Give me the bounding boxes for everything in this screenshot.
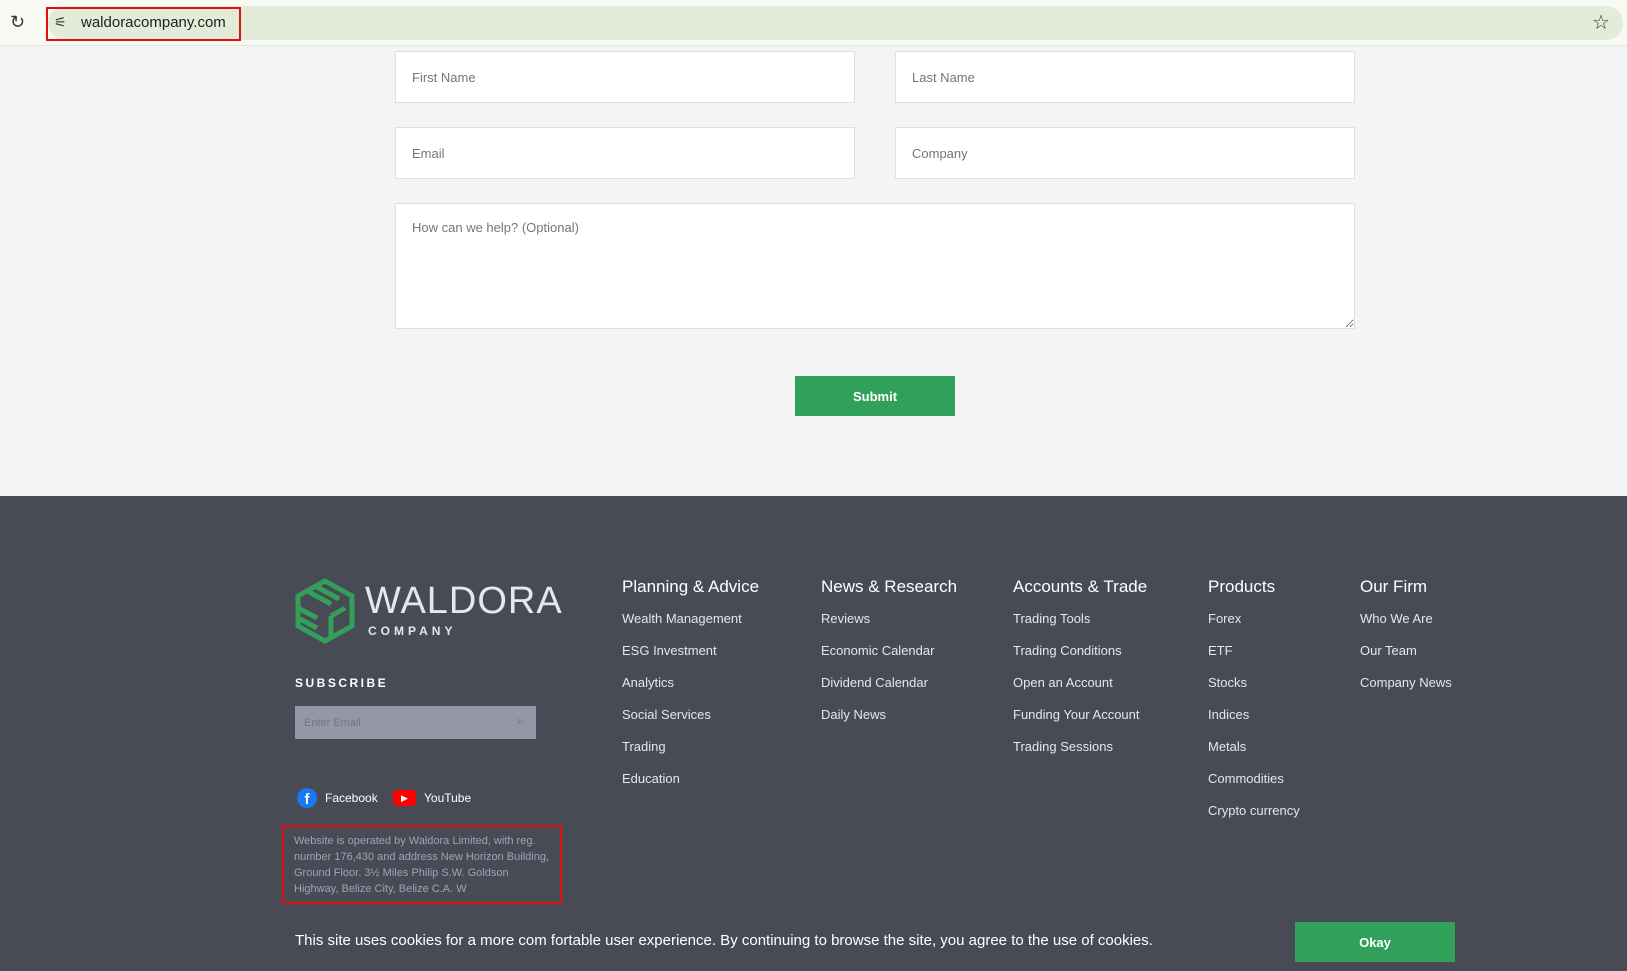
column-title: News & Research bbox=[821, 577, 958, 596]
footer-link[interactable]: Analytics bbox=[622, 675, 759, 707]
footer-link[interactable]: Open an Account bbox=[1013, 675, 1147, 707]
address-bar[interactable] bbox=[48, 6, 1623, 40]
footer-link[interactable]: Economic Calendar bbox=[821, 643, 957, 675]
footer-link[interactable]: ETF bbox=[1208, 643, 1300, 675]
email-input[interactable] bbox=[395, 127, 855, 179]
company-input[interactable] bbox=[895, 127, 1355, 179]
footer-link[interactable]: Education bbox=[622, 771, 759, 803]
footer-link[interactable]: Wealth Management bbox=[622, 611, 759, 643]
footer-link[interactable]: Daily News bbox=[821, 707, 957, 739]
footer-link[interactable]: Commodities bbox=[1208, 771, 1300, 803]
footer-column-products: Products Forex ETF Stocks Indices Metals Comm… bbox=[1208, 577, 1300, 835]
footer-link[interactable]: Crypto currency bbox=[1208, 803, 1300, 835]
footer-column-planning: Planning & Advice Wealth Management ESG I… bbox=[622, 577, 759, 803]
subscribe-email-input[interactable] bbox=[295, 706, 495, 739]
facebook-label: Facebook bbox=[325, 791, 378, 805]
footer-link[interactable]: Reviews bbox=[821, 611, 957, 643]
column-title: Planning & Advice bbox=[622, 577, 760, 596]
footer-link[interactable]: Social Services bbox=[622, 707, 759, 739]
subscribe-field[interactable]: ➢ bbox=[295, 706, 536, 739]
footer-link[interactable]: Trading Conditions bbox=[1013, 643, 1147, 675]
legal-notice: Website is operated by Waldora Limited, … bbox=[282, 825, 562, 904]
footer-link[interactable]: Trading Tools bbox=[1013, 611, 1147, 643]
footer-link[interactable]: Indices bbox=[1208, 707, 1300, 739]
footer-link[interactable]: Stocks bbox=[1208, 675, 1300, 707]
waldora-logo[interactable]: WALDORA COMPANY bbox=[295, 578, 562, 649]
first-name-input[interactable] bbox=[395, 51, 855, 103]
footer-link[interactable]: Metals bbox=[1208, 739, 1300, 771]
message-textarea[interactable] bbox=[395, 203, 1355, 329]
footer-column-news: News & Research Reviews Economic Calendar… bbox=[821, 577, 957, 739]
column-title: Products bbox=[1208, 577, 1276, 596]
footer-link[interactable]: Our Team bbox=[1360, 643, 1452, 675]
subscribe-title: SUBSCRIBE bbox=[295, 676, 389, 690]
logo-cube-icon bbox=[295, 578, 355, 644]
url-text[interactable]: waldoracompany.com bbox=[81, 14, 226, 31]
reload-icon[interactable]: ↻ bbox=[10, 12, 25, 33]
footer-link[interactable]: Company News bbox=[1360, 675, 1452, 707]
site-settings-icon[interactable]: ⚟ bbox=[54, 14, 67, 31]
cookie-okay-button[interactable]: Okay bbox=[1295, 922, 1455, 962]
column-title: Accounts & Trade bbox=[1013, 577, 1148, 596]
facebook-link[interactable]: f Facebook bbox=[297, 788, 378, 808]
brand-name: WALDORA bbox=[365, 580, 563, 622]
footer-column-accounts: Accounts & Trade Trading Tools Trading Co… bbox=[1013, 577, 1147, 771]
brand-sub: COMPANY bbox=[368, 624, 457, 638]
youtube-link[interactable]: ▶ YouTube bbox=[393, 790, 471, 806]
cookie-text: This site uses cookies for a more com fo… bbox=[295, 932, 1153, 949]
bookmark-star-icon[interactable]: ☆ bbox=[1592, 10, 1610, 35]
footer-link[interactable]: Trading Sessions bbox=[1013, 739, 1147, 771]
last-name-input[interactable] bbox=[895, 51, 1355, 103]
send-icon[interactable]: ➢ bbox=[514, 713, 526, 730]
footer-link[interactable]: Funding Your Account bbox=[1013, 707, 1147, 739]
footer-column-firm: Our Firm Who We Are Our Team Company News bbox=[1360, 577, 1452, 707]
footer-link[interactable]: Trading bbox=[622, 739, 759, 771]
facebook-icon: f bbox=[297, 788, 317, 808]
submit-button[interactable]: Submit bbox=[795, 376, 955, 416]
footer-link[interactable]: Who We Are bbox=[1360, 611, 1452, 643]
footer-link[interactable]: Dividend Calendar bbox=[821, 675, 957, 707]
youtube-icon: ▶ bbox=[393, 790, 416, 806]
footer-link[interactable]: Forex bbox=[1208, 611, 1300, 643]
footer bbox=[0, 496, 1627, 971]
column-title: Our Firm bbox=[1360, 577, 1428, 596]
footer-link[interactable]: ESG Investment bbox=[622, 643, 759, 675]
youtube-label: YouTube bbox=[424, 791, 472, 805]
